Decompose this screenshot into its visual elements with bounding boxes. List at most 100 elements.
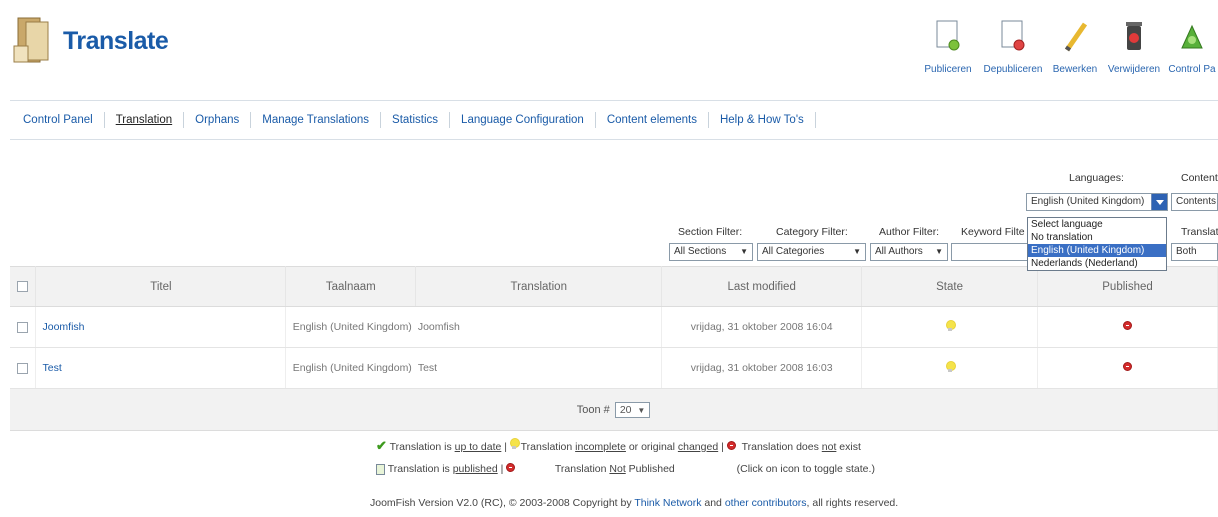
titel-cell: Joomfish [35,306,287,348]
submenu: Control Panel Translation Orphans Manage… [10,100,1218,140]
pager-cell: Toon # 20 ▼ [10,388,1218,431]
header-last-modified[interactable]: Last modified [661,266,863,307]
think-network-link[interactable]: Think Network [634,497,701,509]
unpublish-icon [1001,20,1025,51]
state-incomplete-icon[interactable] [945,319,956,332]
keyword-filter-label: Keyword Filte [961,226,1025,238]
published-cell [1037,306,1218,348]
taalnaam-cell: English (United Kingdom) [285,306,416,348]
legend-text: changed [677,441,719,453]
translation-cell: Joomfish [415,306,663,348]
translate-logo-icon [13,17,49,63]
author-filter-select[interactable]: All Authors ▼ [870,243,948,261]
delete-label: Verwijderen [1107,64,1161,75]
section-filter-select[interactable]: All Sections ▼ [669,243,753,261]
language-dropdown: Select language No translation English (… [1027,217,1167,271]
select-all-cell [10,266,37,307]
language-select-value: English (United Kingdom) [1031,196,1145,207]
header-state[interactable]: State [861,266,1039,307]
legend-separator: | [504,441,507,453]
other-contributors-link[interactable]: other contributors [725,497,807,509]
legend-line-1: ✔ Translation is up to date | Translatio… [376,438,861,454]
publish-button[interactable]: Publiceren [918,12,978,82]
category-filter-value: All Categories [762,246,825,257]
row-checkbox-cell [10,347,37,389]
control-panel-icon [1181,24,1203,49]
language-option[interactable]: Nederlands (Nederland) [1028,257,1166,270]
header-published[interactable]: Published [1037,266,1218,307]
legend-separator: | [500,463,504,475]
keyword-filter-input[interactable] [951,243,1031,261]
titel-link[interactable]: Test [42,362,61,374]
translate-filter-select[interactable]: Both [1171,243,1218,261]
pager-label: Toon # [576,403,610,416]
tab-language-configuration[interactable]: Language Configuration [450,112,596,128]
category-filter-select[interactable]: All Categories ▼ [757,243,866,261]
header-taalnaam[interactable]: Taalnaam [285,266,417,307]
select-all-checkbox[interactable] [17,280,29,292]
state-incomplete-icon[interactable] [945,360,956,373]
checkmark-icon: ✔ [376,438,387,453]
author-filter-value: All Authors [875,246,923,257]
content-select-value: Contents [1176,196,1217,207]
languages-label: Languages: [1069,172,1124,184]
state-cell [861,306,1039,348]
page-header: Translate Publiceren Depubliceren Bewerk… [0,0,1218,86]
delete-button[interactable]: Verwijderen [1102,12,1166,82]
tab-content-elements[interactable]: Content elements [596,112,709,128]
legend-separator: | [721,441,724,453]
footer-text: and [704,497,722,509]
legend-text: (Click on icon to toggle state.) [736,463,875,475]
toolbar: Publiceren Depubliceren Bewerken Verwijd… [918,12,1218,82]
tab-manage-translations[interactable]: Manage Translations [251,112,382,128]
control-panel-label: Control Pa [1168,64,1216,75]
table-row: Joomfish English (United Kingdom) Joomfi… [10,306,1218,348]
row-checkbox-cell [10,306,37,348]
tab-control-panel[interactable]: Control Panel [12,112,105,128]
header-translation[interactable]: Translation [415,266,663,307]
tab-help[interactable]: Help & How To's [709,112,816,128]
edit-button[interactable]: Bewerken [1048,12,1102,82]
language-select[interactable]: English (United Kingdom) [1026,193,1168,211]
chevron-down-icon: ▼ [853,247,861,256]
language-option[interactable]: Select language [1028,218,1166,231]
page-title: Translate [63,27,169,55]
legend-text: or original [628,441,675,453]
legend-text: Translation is [389,441,452,453]
pager-row: Toon # 20 ▼ [10,388,1218,431]
chevron-down-icon: ▼ [740,247,748,256]
row-checkbox[interactable] [17,321,29,333]
control-panel-button[interactable]: Control Pa [1166,12,1218,82]
chevron-down-icon: ▼ [637,405,646,415]
taalnaam-cell: English (United Kingdom) [285,347,416,389]
titel-link[interactable]: Joomfish [42,321,84,333]
red-dot-icon [506,463,516,472]
tab-translation[interactable]: Translation [105,112,185,128]
row-checkbox[interactable] [17,362,29,374]
tab-statistics[interactable]: Statistics [381,112,451,128]
legend-text: Translation [554,463,607,475]
legend-text: Translation does [741,441,819,453]
tab-orphans[interactable]: Orphans [184,112,252,128]
footer-text: JoomFish Version V2.0 (RC), © 2003-2008 … [370,497,632,509]
translate-filter-label: Translat [1181,226,1218,238]
pager-value: 20 [619,403,632,416]
section-filter-value: All Sections [674,246,727,257]
pager-select[interactable]: 20 ▼ [614,401,651,418]
footer: JoomFish Version V2.0 (RC), © 2003-2008 … [370,497,898,509]
publish-label: Publiceren [924,64,972,75]
translate-filter-value: Both [1176,246,1197,257]
unpublish-label: Depubliceren [983,64,1043,75]
language-option-selected[interactable]: English (United Kingdom) [1028,244,1166,257]
filter-bar: Languages: Content English (United Kingd… [0,150,1218,271]
table-row: Test English (United Kingdom) Test vrijd… [10,347,1218,389]
content-select[interactable]: Contents [1171,193,1218,211]
header-titel[interactable]: Titel [35,266,287,307]
legend-text: up to date [454,441,502,453]
not-published-icon[interactable] [1123,362,1132,371]
not-published-icon[interactable] [1123,321,1132,330]
red-dot-icon [726,441,736,450]
language-option[interactable]: No translation [1028,231,1166,244]
state-cell [861,347,1039,389]
unpublish-button[interactable]: Depubliceren [978,12,1048,82]
